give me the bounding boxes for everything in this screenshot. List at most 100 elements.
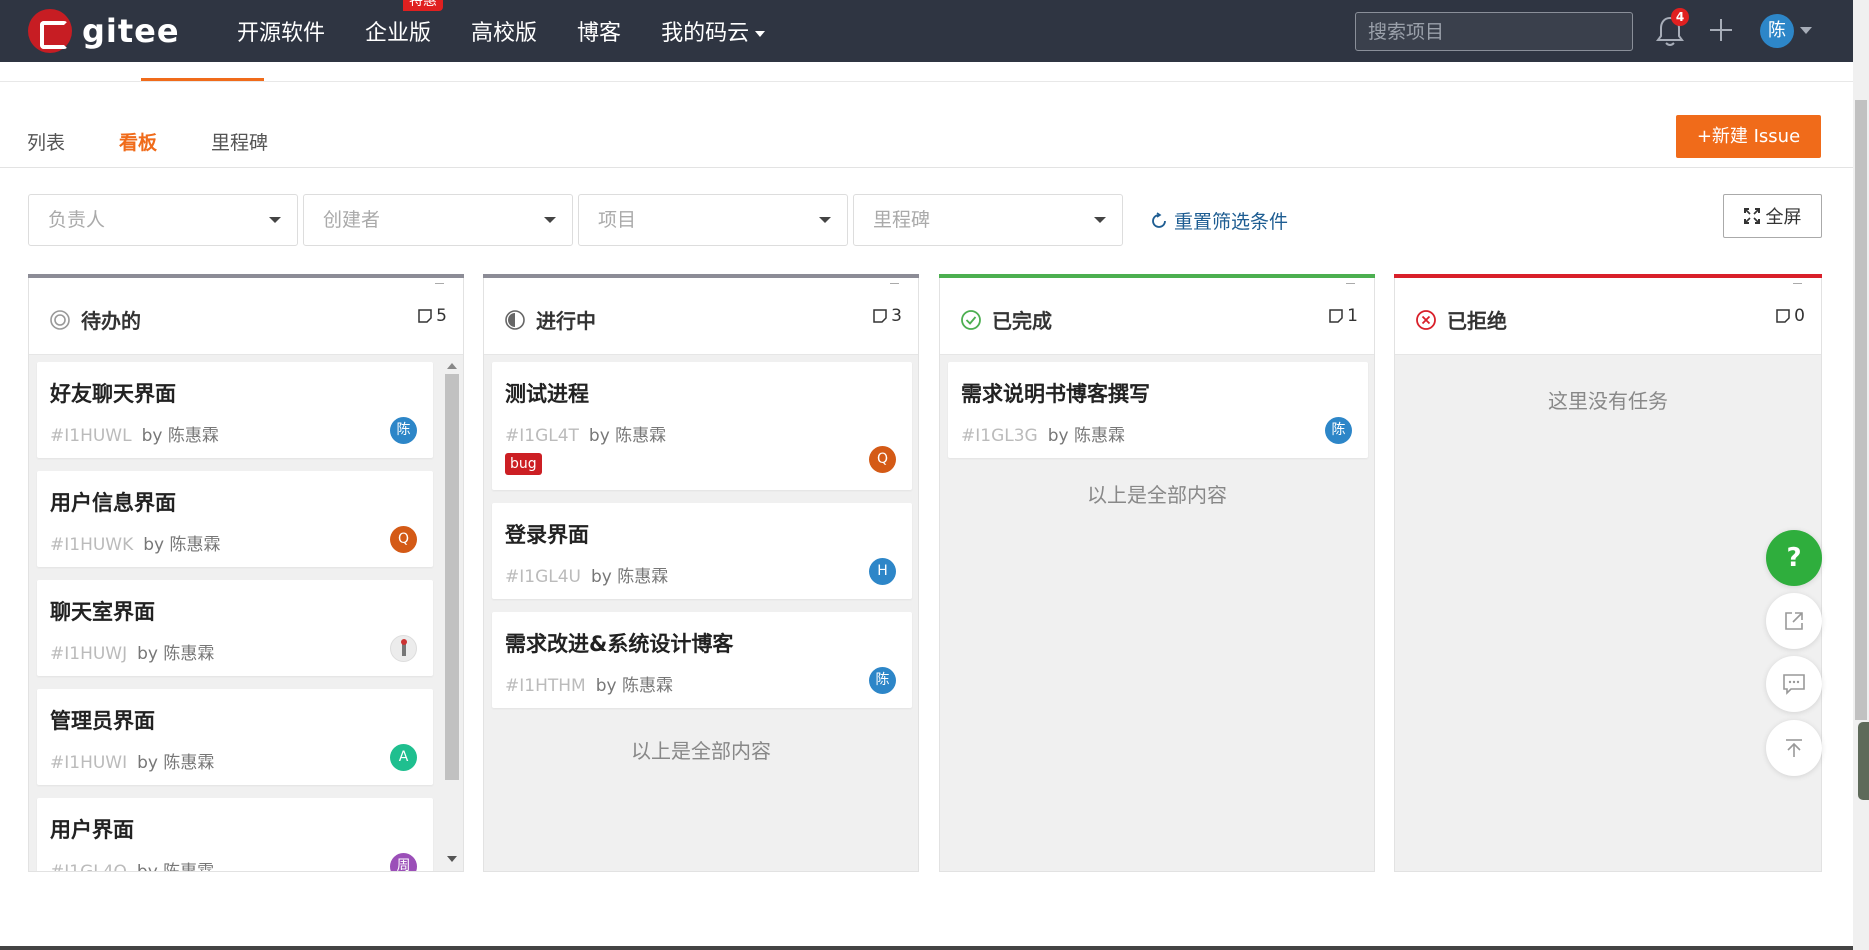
assignee-avatar[interactable]: Q	[869, 446, 896, 473]
column-title-text: 待办的	[81, 309, 141, 333]
nav-open-source[interactable]: 开源软件	[237, 15, 325, 47]
page-scrollbar[interactable]	[1853, 0, 1869, 950]
assignee-avatar[interactable]: 陈	[1325, 417, 1352, 444]
help-icon: ?	[1786, 543, 1802, 573]
column-count: 3	[872, 306, 902, 326]
assignee-avatar[interactable]: 陈	[869, 667, 896, 694]
issue-card[interactable]: 需求说明书博客撰写 #I1GL3G by 陈惠霖 陈	[948, 362, 1368, 458]
note-icon	[1776, 309, 1790, 323]
issue-card[interactable]: 用户信息界面 #I1HUWK by 陈惠霖 Q	[37, 471, 433, 567]
nav-enterprise[interactable]: 企业版 特惠	[365, 0, 444, 47]
column-title: 已拒绝	[1415, 305, 1507, 334]
note-icon	[418, 309, 432, 323]
column-count: 1	[1328, 306, 1358, 326]
issue-meta: #I1GL4T by 陈惠霖	[505, 421, 666, 446]
in-progress-status-icon	[505, 309, 525, 330]
assignee-avatar[interactable]: H	[869, 558, 896, 585]
issue-meta: #I1HUWI by 陈惠霖	[50, 748, 214, 773]
plus-icon[interactable]	[1708, 17, 1734, 43]
assignee-avatar[interactable]: 陈	[390, 417, 417, 444]
issue-title: 用户界面	[50, 818, 134, 842]
column-count-value: 0	[1794, 306, 1805, 326]
column-scrollbar[interactable]	[443, 357, 461, 871]
promo-badge: 特惠	[403, 0, 444, 11]
issue-card[interactable]: 登录界面 #I1GL4U by 陈惠霖 H	[492, 503, 912, 599]
issue-card[interactable]: 好友聊天界面 #I1HUWL by 陈惠霖 陈	[37, 362, 433, 458]
back-to-top-button[interactable]	[1766, 720, 1822, 776]
avatar-photo-icon	[401, 639, 407, 656]
collapse-icon[interactable]	[1346, 283, 1355, 284]
scrollbar-thumb[interactable]	[445, 374, 459, 780]
divider	[0, 167, 1853, 168]
column-header: 已完成 1	[940, 278, 1374, 355]
top-navbar: gitee 开源软件 企业版 特惠 高校版 博客 我的码云 4 陈	[0, 0, 1853, 62]
milestone-filter[interactable]: 里程碑	[853, 194, 1123, 246]
project-filter[interactable]: 项目	[578, 194, 848, 246]
column-todo: 待办的 5 好友聊天界面 #I1HUWL by 陈惠霖 陈 用户信息界面 #I1H…	[28, 274, 464, 872]
issue-meta: #I1HUWK by 陈惠霖	[50, 530, 221, 555]
issue-meta: #I1GL4O by 陈惠霖	[50, 857, 214, 871]
page-scrollbar-thumb[interactable]	[1855, 100, 1867, 720]
comment-button[interactable]	[1766, 656, 1822, 712]
scroll-down-arrow-icon[interactable]	[447, 856, 457, 862]
column-count-value: 3	[891, 306, 902, 326]
collapse-icon[interactable]	[435, 283, 444, 284]
fullscreen-button[interactable]: 全屏	[1723, 194, 1822, 238]
issue-title: 聊天室界面	[50, 600, 155, 624]
help-button[interactable]: ?	[1766, 530, 1822, 586]
end-of-list-text: 以上是全部内容	[1087, 483, 1227, 507]
tab-milestone[interactable]: 里程碑	[211, 128, 268, 155]
creator-filter[interactable]: 创建者	[303, 194, 573, 246]
tab-list[interactable]: 列表	[27, 128, 65, 155]
empty-column-text: 这里没有任务	[1548, 389, 1668, 413]
column-count-value: 5	[436, 306, 447, 326]
issue-card[interactable]: 管理员界面 #I1HUWI by 陈惠霖 A	[37, 689, 433, 785]
issue-title: 管理员界面	[50, 709, 155, 733]
dropdown-arrow-icon	[544, 217, 556, 223]
side-widget-tab[interactable]	[1858, 722, 1869, 800]
issue-card[interactable]: 测试进程 #I1GL4T by 陈惠霖 bug Q	[492, 362, 912, 490]
column-count: 0	[1775, 306, 1805, 326]
assignee-avatar[interactable]: Q	[390, 526, 417, 553]
dropdown-arrow-icon	[269, 217, 281, 223]
issue-title: 需求改进&系统设计博客	[505, 632, 734, 656]
logo-text: gitee	[82, 12, 180, 50]
issue-author: by 陈惠霖	[1047, 426, 1125, 446]
user-avatar[interactable]: 陈	[1760, 14, 1794, 48]
reset-filters-button[interactable]: 重置筛选条件	[1150, 207, 1288, 234]
note-icon	[873, 309, 887, 323]
assignee-avatar[interactable]: 周	[390, 853, 417, 871]
assignee-avatar-image[interactable]	[390, 635, 417, 662]
scroll-up-arrow-icon[interactable]	[447, 363, 457, 369]
issue-id: #I1GL3G	[961, 426, 1038, 446]
issue-card[interactable]: 聊天室界面 #I1HUWJ by 陈惠霖	[37, 580, 433, 676]
issue-title: 登录界面	[505, 523, 589, 547]
issue-id: #I1GL4O	[50, 862, 127, 871]
assignee-filter[interactable]: 负责人	[28, 194, 298, 246]
new-issue-button[interactable]: +新建 Issue	[1676, 115, 1821, 158]
column-title: 已完成	[960, 305, 1052, 334]
reset-filters-label: 重置筛选条件	[1174, 211, 1289, 233]
assignee-filter-placeholder: 负责人	[48, 209, 106, 231]
issue-title: 需求说明书博客撰写	[961, 382, 1150, 406]
nav-my-gitee[interactable]: 我的码云	[661, 15, 766, 47]
collapse-icon[interactable]	[890, 283, 899, 284]
chevron-down-icon[interactable]	[1800, 27, 1812, 34]
issue-id: #I1GL4U	[505, 567, 581, 587]
tab-board[interactable]: 看板	[119, 128, 157, 155]
issue-card[interactable]: 需求改进&系统设计博客 #I1HTHM by 陈惠霖 陈	[492, 612, 912, 708]
share-button[interactable]	[1766, 593, 1822, 649]
collapse-icon[interactable]	[1793, 283, 1802, 284]
view-tabs: 列表 看板 里程碑	[27, 128, 322, 155]
issue-label-bug[interactable]: bug	[505, 453, 542, 475]
nav-blog[interactable]: 博客	[577, 15, 621, 47]
gitee-logo[interactable]: gitee	[28, 9, 180, 53]
assignee-avatar[interactable]: A	[390, 744, 417, 771]
expand-icon	[1743, 208, 1760, 224]
issue-author: by 陈惠霖	[588, 426, 667, 446]
search-input[interactable]	[1355, 12, 1633, 51]
column-rejected: 已拒绝 0 这里没有任务	[1394, 274, 1822, 872]
project-filter-placeholder: 项目	[598, 209, 637, 231]
nav-education[interactable]: 高校版	[471, 15, 537, 47]
issue-card[interactable]: 用户界面 #I1GL4O by 陈惠霖 周	[37, 798, 433, 871]
